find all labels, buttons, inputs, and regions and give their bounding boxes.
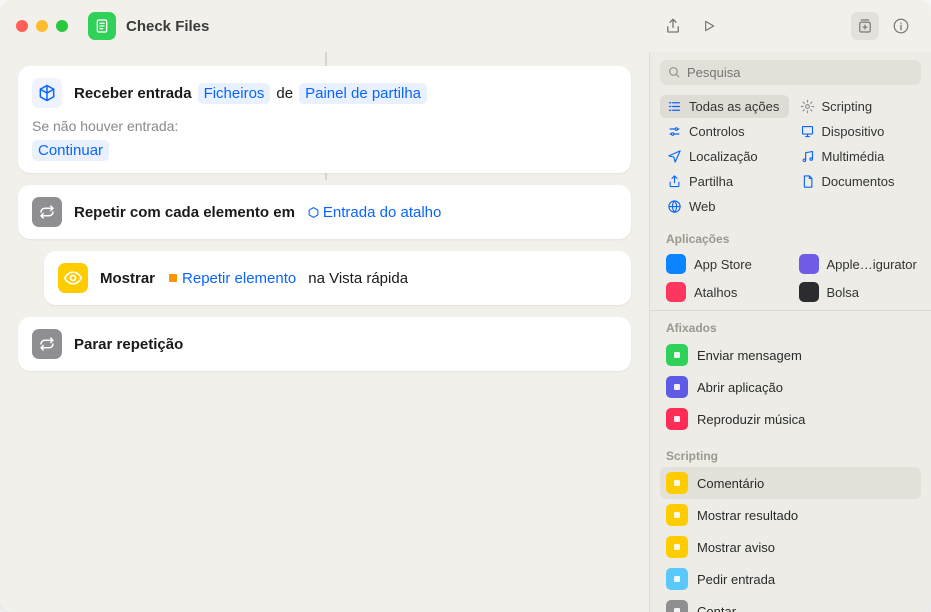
- info-button[interactable]: [887, 12, 915, 40]
- action-icon: [666, 504, 688, 526]
- action-end-repeat[interactable]: Parar repetição: [18, 317, 631, 371]
- app-label: Bolsa: [827, 285, 860, 300]
- category-localização[interactable]: Localização: [660, 145, 789, 168]
- scripting-header: Scripting: [650, 443, 931, 467]
- action-item[interactable]: Mostrar aviso: [660, 531, 921, 563]
- list-icon: [667, 99, 682, 114]
- music-icon: [800, 149, 815, 164]
- app-icon: [799, 282, 819, 302]
- category-label: Documentos: [822, 174, 895, 189]
- action-label: Parar repetição: [74, 336, 183, 353]
- action-icon: [666, 536, 688, 558]
- app-label: Atalhos: [694, 285, 737, 300]
- action-label: Receber entrada: [74, 85, 192, 102]
- category-label: Controlos: [689, 124, 745, 139]
- action-label: Mostrar aviso: [697, 540, 775, 555]
- category-dispositivo[interactable]: Dispositivo: [793, 120, 922, 143]
- category-label: Partilha: [689, 174, 733, 189]
- shortcut-icon: [88, 12, 116, 40]
- app-label: App Store: [694, 257, 752, 272]
- search-icon: [668, 66, 681, 79]
- category-partilha[interactable]: Partilha: [660, 170, 789, 193]
- action-icon: [666, 344, 688, 366]
- suffix-label: na Vista rápida: [308, 270, 408, 287]
- search-field[interactable]: [660, 60, 921, 85]
- category-label: Web: [689, 199, 716, 214]
- repeat-item-token[interactable]: Repetir elemento: [161, 268, 302, 289]
- web-icon: [667, 199, 682, 214]
- action-item[interactable]: Contar: [660, 595, 921, 612]
- action-item[interactable]: Enviar mensagem: [660, 339, 921, 371]
- run-button[interactable]: [695, 12, 723, 40]
- app-icon: [666, 254, 686, 274]
- action-label: Reproduzir música: [697, 412, 805, 427]
- eye-icon: [58, 263, 88, 293]
- device-icon: [800, 124, 815, 139]
- doc-icon: [800, 174, 815, 189]
- action-repeat-each[interactable]: Repetir com cada elemento em Entrada do …: [18, 185, 631, 239]
- traffic-lights[interactable]: [16, 20, 68, 32]
- action-icon: [666, 376, 688, 398]
- action-icon: [666, 568, 688, 590]
- action-label: Mostrar: [100, 270, 155, 287]
- category-scripting[interactable]: Scripting: [793, 95, 922, 118]
- pinned-header: Afixados: [650, 315, 931, 339]
- action-icon: [666, 472, 688, 494]
- of-label: de: [276, 85, 293, 102]
- app-item[interactable]: App Store: [660, 250, 789, 278]
- action-item[interactable]: Mostrar resultado: [660, 499, 921, 531]
- continue-token[interactable]: Continuar: [32, 140, 109, 161]
- action-item[interactable]: Comentário: [660, 467, 921, 499]
- action-icon: [666, 600, 688, 612]
- close-window[interactable]: [16, 20, 28, 32]
- gear-icon: [800, 99, 815, 114]
- repeat-end-icon: [32, 329, 62, 359]
- no-input-label: Se não houver entrada:: [32, 118, 617, 134]
- action-label: Abrir aplicação: [697, 380, 783, 395]
- action-label: Contar: [697, 604, 736, 612]
- app-label: Apple…igurator: [827, 257, 917, 272]
- sliders-icon: [667, 124, 682, 139]
- category-web[interactable]: Web: [660, 195, 789, 218]
- share-button[interactable]: [659, 12, 687, 40]
- app-item[interactable]: Apple…igurator: [793, 250, 922, 278]
- action-label: Repetir com cada elemento em: [74, 204, 295, 221]
- category-label: Multimédia: [822, 149, 885, 164]
- category-label: Todas as ações: [689, 99, 779, 114]
- shortcut-input-token[interactable]: Entrada do atalho: [301, 202, 447, 223]
- minimize-window[interactable]: [36, 20, 48, 32]
- window-title: Check Files: [126, 18, 209, 35]
- action-item[interactable]: Abrir aplicação: [660, 371, 921, 403]
- library-button[interactable]: [851, 12, 879, 40]
- search-input[interactable]: [687, 65, 913, 80]
- input-icon: [32, 78, 62, 108]
- action-label: Enviar mensagem: [697, 348, 802, 363]
- category-controlos[interactable]: Controlos: [660, 120, 789, 143]
- app-item[interactable]: Atalhos: [660, 278, 789, 306]
- category-label: Dispositivo: [822, 124, 885, 139]
- category-label: Scripting: [822, 99, 873, 114]
- app-icon: [666, 282, 686, 302]
- app-item[interactable]: Bolsa: [793, 278, 922, 306]
- zoom-window[interactable]: [56, 20, 68, 32]
- category-documentos[interactable]: Documentos: [793, 170, 922, 193]
- input-type-token[interactable]: Ficheiros: [198, 83, 271, 104]
- input-source-token[interactable]: Painel de partilha: [299, 83, 427, 104]
- apps-header: Aplicações: [650, 226, 931, 250]
- category-multimédia[interactable]: Multimédia: [793, 145, 922, 168]
- action-item[interactable]: Reproduzir música: [660, 403, 921, 435]
- location-icon: [667, 149, 682, 164]
- action-receive-input[interactable]: Receber entrada Ficheiros de Painel de p…: [18, 66, 631, 173]
- app-icon: [799, 254, 819, 274]
- action-show-quicklook[interactable]: Mostrar Repetir elemento na Vista rápida: [44, 251, 631, 305]
- category-label: Localização: [689, 149, 758, 164]
- share-icon: [667, 174, 682, 189]
- action-item[interactable]: Pedir entrada: [660, 563, 921, 595]
- action-label: Pedir entrada: [697, 572, 775, 587]
- category-todas-as-ações[interactable]: Todas as ações: [660, 95, 789, 118]
- repeat-icon: [32, 197, 62, 227]
- action-label: Comentário: [697, 476, 764, 491]
- action-icon: [666, 408, 688, 430]
- action-label: Mostrar resultado: [697, 508, 798, 523]
